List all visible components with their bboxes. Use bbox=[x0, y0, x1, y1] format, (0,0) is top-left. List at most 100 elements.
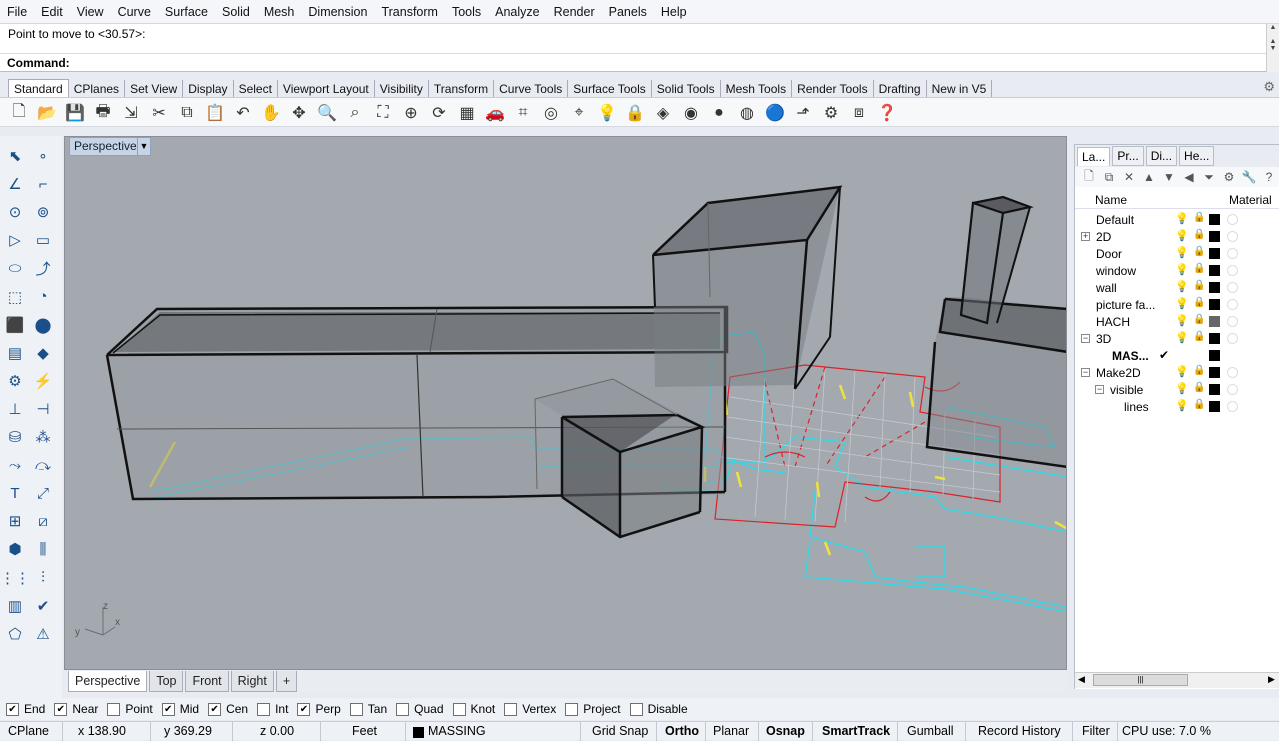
pan-icon[interactable]: ✋ bbox=[260, 102, 282, 124]
split-icon[interactable]: ⊣ bbox=[31, 397, 55, 421]
fillet-icon[interactable]: ⤴ bbox=[31, 256, 55, 280]
panel-tab-display[interactable]: Di... bbox=[1145, 146, 1178, 166]
layer-visible-bulb-icon[interactable]: 💡 bbox=[1175, 382, 1189, 395]
layer-visible-bulb-icon[interactable]: 💡 bbox=[1175, 263, 1189, 276]
patch-icon[interactable]: ◆ bbox=[31, 341, 55, 365]
osnap-quad[interactable]: Quad bbox=[396, 702, 444, 716]
toolbar-tab-new-in-v5[interactable]: New in V5 bbox=[927, 80, 993, 97]
check-icon[interactable]: ✔ bbox=[31, 594, 55, 618]
layer-lock-icon[interactable]: 🔒 bbox=[1193, 229, 1205, 240]
osnap-disable[interactable]: Disable bbox=[629, 702, 688, 716]
panel-tab-help[interactable]: He... bbox=[1179, 146, 1215, 166]
layer-visible-bulb-icon[interactable]: 💡 bbox=[1175, 297, 1189, 310]
osnap-checkbox[interactable] bbox=[349, 702, 363, 716]
sphere-shaded-icon[interactable]: ● bbox=[708, 102, 730, 124]
toolbar-tab-cplanes[interactable]: CPlanes bbox=[69, 80, 126, 97]
osnap-near[interactable]: ✔ Near bbox=[54, 702, 98, 716]
toolbar-tab-standard[interactable]: Standard bbox=[8, 79, 69, 97]
layer-row[interactable]: window 💡 🔒 bbox=[1075, 262, 1279, 279]
layer-row[interactable]: MAS... ✔ bbox=[1075, 347, 1279, 364]
panel-tab-properties[interactable]: Pr... bbox=[1112, 146, 1144, 166]
layer-visible-bulb-icon[interactable]: 💡 bbox=[1175, 314, 1189, 327]
osnap-checkbox[interactable] bbox=[565, 702, 579, 716]
menu-mesh[interactable]: Mesh bbox=[257, 5, 302, 19]
add-viewport-tab-icon[interactable]: + bbox=[275, 671, 298, 692]
layer-visible-bulb-icon[interactable]: 💡 bbox=[1175, 331, 1189, 344]
menu-render[interactable]: Render bbox=[547, 5, 602, 19]
ortho-toggle[interactable]: Ortho bbox=[665, 724, 699, 738]
grid-array-icon[interactable]: ⋮⋮ bbox=[0, 566, 30, 590]
layer-row[interactable]: picture fa... 💡 🔒 bbox=[1075, 296, 1279, 313]
mirror-icon[interactable]: ⧄ bbox=[31, 509, 55, 533]
layer-color-swatch[interactable] bbox=[1209, 248, 1220, 259]
menu-tools[interactable]: Tools bbox=[445, 5, 488, 19]
menu-curve[interactable]: Curve bbox=[111, 5, 158, 19]
layer-color-swatch[interactable] bbox=[1209, 282, 1220, 293]
record-history-toggle[interactable]: Record History bbox=[978, 724, 1061, 738]
osnap-checkbox[interactable] bbox=[629, 702, 643, 716]
toolbar-tab-transform[interactable]: Transform bbox=[429, 80, 495, 97]
layer-row[interactable]: lines 💡 🔒 bbox=[1075, 398, 1279, 415]
osnap-point[interactable]: Point bbox=[107, 702, 153, 716]
layer-color-swatch[interactable] bbox=[1209, 384, 1220, 395]
zoom-extents-icon[interactable]: ⛶ bbox=[372, 102, 394, 124]
menu-dimension[interactable]: Dimension bbox=[301, 5, 374, 19]
osnap-checkbox[interactable]: ✔ bbox=[208, 702, 222, 716]
layer-color-swatch[interactable] bbox=[1209, 350, 1220, 361]
layer-material-icon[interactable] bbox=[1227, 384, 1238, 395]
osnap-checkbox[interactable] bbox=[452, 702, 466, 716]
select-icon[interactable]: ⬏ bbox=[792, 102, 814, 124]
toolbar-tab-curve-tools[interactable]: Curve Tools bbox=[494, 80, 569, 97]
color-wheel-icon[interactable]: ◉ bbox=[680, 102, 702, 124]
perspective-viewport[interactable]: z y x Perspective ▼ bbox=[64, 136, 1067, 670]
osnap-toggle[interactable]: Osnap bbox=[766, 724, 805, 738]
layer-color-swatch[interactable] bbox=[1209, 316, 1220, 327]
move-parent-icon[interactable]: ◀ bbox=[1179, 170, 1199, 184]
menu-transform[interactable]: Transform bbox=[374, 5, 445, 19]
toolbar-options-gear-icon[interactable]: ⚙ bbox=[1263, 79, 1275, 95]
select-arrow-icon[interactable]: ⬉ bbox=[3, 144, 27, 168]
layer-lock-icon[interactable]: 🔒 bbox=[1193, 280, 1205, 291]
layer-lock-icon[interactable]: 🔒 bbox=[1193, 263, 1205, 274]
settings-icon[interactable]: ⚙ bbox=[820, 102, 842, 124]
delete-layer-icon[interactable]: ✕ bbox=[1119, 170, 1139, 184]
status-layer[interactable]: MASSING bbox=[428, 724, 486, 738]
hatch-icon[interactable]: ⫼ bbox=[31, 537, 55, 561]
paste-icon[interactable]: 📋 bbox=[204, 102, 226, 124]
layer-row[interactable]: wall 💡 🔒 bbox=[1075, 279, 1279, 296]
viewport-tab-right[interactable]: Right bbox=[230, 671, 274, 692]
layer-row[interactable]: Default 💡 🔒 bbox=[1075, 211, 1279, 228]
zoom-icon[interactable]: 🔍 bbox=[316, 102, 338, 124]
move-icon[interactable]: ✥ bbox=[288, 102, 310, 124]
polyline-icon[interactable]: ∠ bbox=[3, 172, 27, 196]
layer-visible-bulb-icon[interactable]: 💡 bbox=[1175, 212, 1189, 225]
osnap-checkbox[interactable]: ✔ bbox=[297, 702, 311, 716]
osnap-checkbox[interactable]: ✔ bbox=[161, 702, 175, 716]
rotate-view-icon[interactable]: ⟳ bbox=[428, 102, 450, 124]
layer-lock-icon[interactable]: 🔒 bbox=[1193, 297, 1205, 308]
toolbar-tab-viewport-layout[interactable]: Viewport Layout bbox=[278, 80, 375, 97]
menu-file[interactable]: File bbox=[0, 5, 34, 19]
layer-tools-icon[interactable]: ⚙ bbox=[1219, 170, 1239, 184]
layer-lock-icon[interactable]: 🔒 bbox=[1193, 399, 1205, 410]
car-icon[interactable]: 🚗 bbox=[484, 102, 506, 124]
osnap-int[interactable]: Int bbox=[257, 702, 288, 716]
mesh-icon[interactable]: ▤ bbox=[3, 341, 27, 365]
circle-icon[interactable]: ⊙ bbox=[3, 200, 27, 224]
light-icon[interactable]: ⚙ bbox=[3, 369, 27, 393]
osnap-tan[interactable]: Tan bbox=[349, 702, 387, 716]
layer-lock-icon[interactable]: 🔒 bbox=[1193, 331, 1205, 342]
layer-lock-icon[interactable]: 🔒 bbox=[1193, 365, 1205, 376]
osnap-checkbox[interactable]: ✔ bbox=[54, 702, 68, 716]
toolbar-tab-display[interactable]: Display bbox=[183, 80, 234, 97]
explode-icon[interactable]: ⧈ bbox=[848, 102, 870, 124]
layer-color-swatch[interactable] bbox=[1209, 214, 1220, 225]
print-icon[interactable]: 🖶 bbox=[92, 102, 114, 124]
scale-icon[interactable]: ⤢ bbox=[31, 481, 55, 505]
layer-visible-bulb-icon[interactable]: 💡 bbox=[1175, 246, 1189, 259]
arc-icon[interactable]: ▷ bbox=[3, 228, 27, 252]
smarttrack-toggle[interactable]: SmartTrack bbox=[822, 724, 890, 738]
save-icon[interactable]: 💾 bbox=[64, 102, 86, 124]
zoom-window-icon[interactable]: ⌕ bbox=[344, 102, 366, 124]
layer-color-swatch[interactable] bbox=[1209, 401, 1220, 412]
